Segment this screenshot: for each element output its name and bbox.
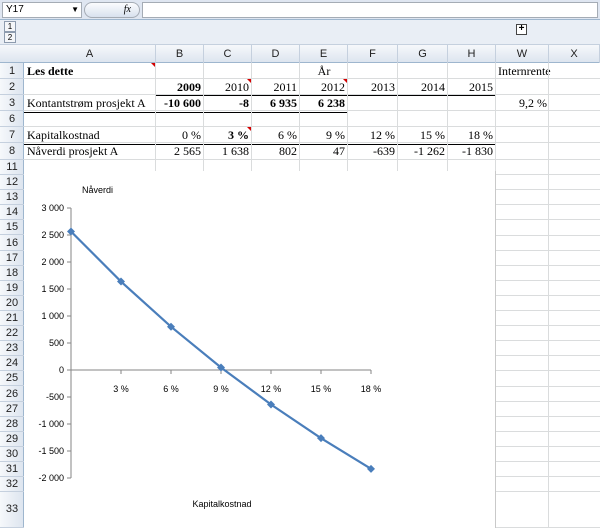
y-tick-label: 2 000 xyxy=(41,257,64,267)
col-header-g[interactable]: G xyxy=(398,45,448,63)
row-header[interactable]: 16 xyxy=(0,236,24,251)
x-tick-label: 15 % xyxy=(311,384,332,394)
row-header[interactable]: 33 xyxy=(0,492,24,528)
grid-row-line xyxy=(24,126,600,127)
row-header[interactable]: 12 xyxy=(0,175,24,191)
chevron-down-icon[interactable]: ▼ xyxy=(71,3,79,17)
y-tick-label: -1 500 xyxy=(38,446,64,456)
col-header-c[interactable]: C xyxy=(204,45,252,63)
row-header[interactable]: 20 xyxy=(0,296,24,311)
cell-g8[interactable]: -1 262 xyxy=(398,143,448,160)
row-header[interactable]: 23 xyxy=(0,341,24,357)
x-tick-label: 9 % xyxy=(213,384,229,394)
y-tick-label: 3 000 xyxy=(41,203,64,213)
grid-row-line xyxy=(24,78,600,79)
outline-level-2-button[interactable]: 2 xyxy=(4,32,16,43)
row-header[interactable]: 2 xyxy=(0,79,24,95)
col-header-f[interactable]: F xyxy=(348,45,398,63)
y-axis-title: Nåverdi xyxy=(82,185,113,195)
row-header[interactable]: 1 xyxy=(0,63,24,79)
name-box-value: Y17 xyxy=(6,4,24,15)
row-header[interactable]: 30 xyxy=(0,447,24,462)
row-header[interactable]: 27 xyxy=(0,402,24,417)
row-header[interactable]: 25 xyxy=(0,371,24,387)
npv-chart[interactable]: 3 000 2 500 2 000 1 500 1 000 500 0 -500 -1 000 -… xyxy=(24,171,496,528)
row-header[interactable]: 11 xyxy=(0,160,24,176)
formula-bar: Y17 ▼ fx xyxy=(0,0,600,20)
cell-h8[interactable]: -1 830 xyxy=(448,143,496,160)
cell-a8[interactable]: Nåverdi prosjekt A xyxy=(24,143,156,160)
y-tick-label: 0 xyxy=(59,365,64,375)
row-header[interactable]: 18 xyxy=(0,266,24,281)
col-header-a[interactable]: A xyxy=(24,45,156,63)
name-box[interactable]: Y17 ▼ xyxy=(2,2,82,18)
row-header[interactable]: 21 xyxy=(0,311,24,327)
y-tick-label: 2 500 xyxy=(41,230,64,240)
row-header[interactable]: 22 xyxy=(0,326,24,342)
row-header[interactable]: 8 xyxy=(0,143,24,160)
row-header[interactable]: 31 xyxy=(0,462,24,478)
x-tick-label: 3 % xyxy=(113,384,129,394)
formula-input[interactable] xyxy=(142,2,598,18)
row-header[interactable]: 24 xyxy=(0,356,24,372)
row-header[interactable]: 17 xyxy=(0,251,24,266)
x-axis-title: Kapitalkostnad xyxy=(192,499,251,509)
cell-f8[interactable]: -639 xyxy=(348,143,398,160)
x-tick-label: 6 % xyxy=(163,384,179,394)
fx-icon: fx xyxy=(123,4,131,15)
row-header[interactable]: 14 xyxy=(0,205,24,221)
x-tick-label: 18 % xyxy=(361,384,382,394)
x-tick-label: 12 % xyxy=(261,384,282,394)
col-header-w[interactable]: W xyxy=(496,45,549,63)
col-header-e[interactable]: E xyxy=(300,45,348,63)
row-header[interactable]: 3 xyxy=(0,95,24,111)
row-header[interactable]: 26 xyxy=(0,387,24,402)
outline-bar: 1 2 + xyxy=(0,20,600,45)
row-header[interactable]: 28 xyxy=(0,417,24,432)
expand-group-button[interactable]: + xyxy=(516,24,527,35)
cell-b8[interactable]: 2 565 xyxy=(156,143,204,160)
row-header[interactable]: 19 xyxy=(0,281,24,296)
row-headers: 1 2 3 6 7 8 11 12 13 14 15 16 17 18 19 20 21 22 23 24 25 26 27… xyxy=(0,63,24,528)
y-tick-label: 500 xyxy=(49,338,64,348)
row-header[interactable]: 15 xyxy=(0,220,24,236)
col-header-b[interactable]: B xyxy=(156,45,204,63)
cell-e8[interactable]: 47 xyxy=(300,143,348,160)
series-line xyxy=(70,230,372,470)
y-tick-label: -2 000 xyxy=(38,473,64,483)
y-tick-label: 1 000 xyxy=(41,311,64,321)
row-header[interactable]: 29 xyxy=(0,432,24,447)
insert-function-button[interactable]: fx xyxy=(84,2,140,18)
cell-c8[interactable]: 1 638 xyxy=(204,143,252,160)
cell-d8[interactable]: 802 xyxy=(252,143,300,160)
col-header-d[interactable]: D xyxy=(252,45,300,63)
row-header[interactable]: 6 xyxy=(0,111,24,127)
outline-level-1-button[interactable]: 1 xyxy=(4,21,16,32)
grid-row-line xyxy=(24,142,600,143)
chart-plot: 3 000 2 500 2 000 1 500 1 000 500 0 -500 -1 000 -… xyxy=(38,185,382,509)
grid-row-line xyxy=(24,159,600,160)
y-tick-label: -500 xyxy=(46,392,64,402)
column-headers: A B C D E F G H W X xyxy=(0,45,600,63)
y-tick-label: 1 500 xyxy=(41,284,64,294)
grid-row-line xyxy=(24,94,600,95)
col-header-h[interactable]: H xyxy=(448,45,496,63)
row-header[interactable]: 7 xyxy=(0,127,24,143)
col-header-x[interactable]: X xyxy=(549,45,600,63)
grid-col-line xyxy=(548,63,549,528)
y-tick-label: -1 000 xyxy=(38,419,64,429)
row-header[interactable]: 32 xyxy=(0,477,24,493)
grid-row-line xyxy=(24,110,600,111)
row-header[interactable]: 13 xyxy=(0,190,24,206)
